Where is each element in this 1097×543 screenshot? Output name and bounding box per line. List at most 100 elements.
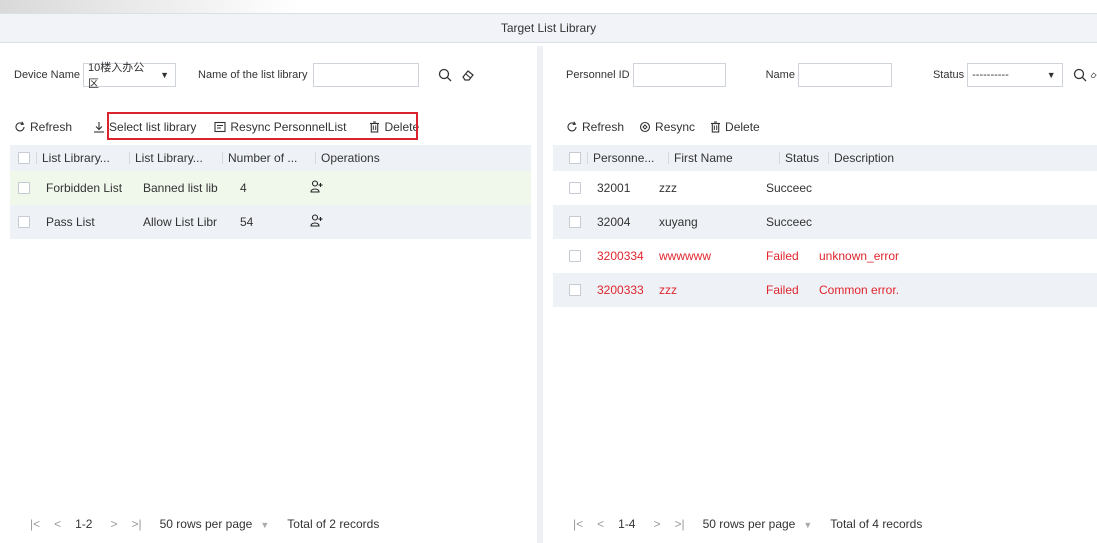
list-name-cell: Pass List bbox=[46, 215, 95, 229]
window-title: Target List Library bbox=[0, 13, 1097, 43]
column-divider bbox=[779, 152, 780, 164]
prev-page-button[interactable]: < bbox=[597, 517, 604, 531]
left-filter-row: Device Name 10楼入办公区 ▼ Name of the list l… bbox=[10, 62, 531, 90]
next-page-button[interactable]: > bbox=[653, 517, 660, 531]
first-name-cell: zzz bbox=[659, 283, 677, 297]
select-all-checkbox[interactable] bbox=[18, 152, 30, 164]
column-divider bbox=[36, 152, 37, 164]
first-name-cell: xuyang bbox=[659, 215, 698, 229]
chevron-down-icon: ▼ bbox=[160, 70, 170, 80]
list-type-cell: Banned list lib bbox=[143, 181, 218, 195]
rows-per-page-select[interactable]: 50 rows per page ▼ bbox=[160, 517, 270, 531]
add-person-icon[interactable] bbox=[310, 214, 323, 230]
description-cell: unknown_error bbox=[819, 249, 900, 263]
row-checkbox[interactable] bbox=[569, 216, 581, 228]
table-header: Personne... First Name Status Descriptio… bbox=[553, 145, 1097, 171]
last-page-button[interactable]: >| bbox=[675, 517, 685, 531]
device-name-select[interactable]: 10楼入办公区 ▼ bbox=[83, 62, 177, 90]
resync-button[interactable]: Resync bbox=[639, 120, 695, 134]
first-page-button[interactable]: |< bbox=[30, 517, 40, 531]
column-divider bbox=[668, 152, 669, 164]
personnel-id-cell: 3200333 bbox=[597, 283, 644, 297]
table-row[interactable]: 32001 zzz Succeec bbox=[553, 171, 1097, 205]
status-cell: Failed bbox=[766, 283, 799, 297]
total-records: Total of 4 records bbox=[830, 517, 923, 531]
refresh-icon bbox=[566, 121, 578, 133]
row-checkbox[interactable] bbox=[18, 216, 30, 228]
device-name-label: Device Name bbox=[14, 69, 81, 81]
search-icon[interactable] bbox=[1072, 66, 1088, 84]
chevron-down-icon: ▼ bbox=[260, 520, 270, 530]
table-row[interactable]: 32004 xuyang Succeec bbox=[553, 205, 1097, 239]
left-pagination: |< < 1-2 > >| 50 rows per page ▼ Total of… bbox=[10, 515, 379, 533]
column-divider bbox=[129, 152, 130, 164]
name-label: Name bbox=[765, 69, 795, 81]
column-header[interactable]: Description bbox=[834, 151, 954, 165]
status-select[interactable]: ---------- ▼ bbox=[967, 63, 1063, 87]
column-header[interactable]: Status bbox=[785, 151, 823, 165]
download-icon bbox=[93, 121, 105, 133]
last-page-button[interactable]: >| bbox=[132, 517, 142, 531]
column-header[interactable]: List Library... bbox=[42, 151, 124, 165]
column-header[interactable]: Operations bbox=[321, 151, 401, 165]
row-checkbox[interactable] bbox=[569, 250, 581, 262]
clear-eraser-icon[interactable] bbox=[459, 66, 477, 84]
list-name-input[interactable] bbox=[313, 63, 420, 87]
column-header[interactable]: Number of ... bbox=[228, 151, 310, 165]
column-header[interactable]: List Library... bbox=[135, 151, 217, 165]
title-shade bbox=[0, 0, 300, 14]
right-filter-row: Personnel ID Name Status ---------- ▼ bbox=[553, 62, 1097, 88]
table-row[interactable]: Pass List Allow List Libr 54 bbox=[10, 205, 531, 239]
column-divider bbox=[587, 152, 588, 164]
add-person-icon[interactable] bbox=[310, 180, 323, 196]
table-row[interactable]: 3200333 zzz Failed Common error. bbox=[553, 273, 1097, 307]
clear-eraser-icon[interactable] bbox=[1090, 66, 1097, 84]
delete-button[interactable]: Delete bbox=[710, 120, 760, 134]
status-cell: Succeec bbox=[766, 181, 813, 195]
total-records: Total of 2 records bbox=[287, 517, 380, 531]
row-checkbox[interactable] bbox=[569, 182, 581, 194]
table-row[interactable]: Forbidden List Banned list lib 4 bbox=[10, 171, 531, 205]
column-header[interactable]: Personne... bbox=[593, 151, 663, 165]
select-all-checkbox[interactable] bbox=[569, 152, 581, 164]
refresh-label: Refresh bbox=[582, 120, 625, 134]
table-row[interactable]: 3200334 wwwwww Failed unknown_error bbox=[553, 239, 1097, 273]
status-cell: Succeec bbox=[766, 215, 813, 229]
personnel-id-cell: 32004 bbox=[597, 215, 631, 229]
refresh-icon bbox=[14, 121, 26, 133]
personnel-id-input[interactable] bbox=[632, 63, 726, 87]
right-toolbar: Refresh Resync Delete bbox=[553, 117, 1097, 137]
status-cell: Failed bbox=[766, 249, 799, 263]
chevron-down-icon: ▼ bbox=[1046, 70, 1056, 80]
row-checkbox[interactable] bbox=[569, 284, 581, 296]
personnel-table: Personne... First Name Status Descriptio… bbox=[553, 145, 1097, 307]
count-cell: 4 bbox=[240, 181, 247, 195]
personnel-panel: Personnel ID Name Status ---------- ▼ Re… bbox=[553, 45, 1097, 543]
list-library-panel: Device Name 10楼入办公区 ▼ Name of the list l… bbox=[10, 45, 531, 543]
next-page-button[interactable]: > bbox=[110, 517, 117, 531]
first-name-cell: zzz bbox=[659, 181, 677, 195]
personnel-id-cell: 3200334 bbox=[597, 249, 644, 263]
first-name-cell: wwwwww bbox=[659, 249, 711, 263]
search-icon[interactable] bbox=[436, 66, 454, 84]
table-header: List Library... List Library... Number o… bbox=[10, 145, 531, 171]
name-input[interactable] bbox=[797, 63, 892, 87]
first-page-button[interactable]: |< bbox=[573, 517, 583, 531]
resync-icon bbox=[639, 121, 651, 133]
personnel-id-label: Personnel ID bbox=[566, 69, 630, 81]
column-divider bbox=[315, 152, 316, 164]
column-header[interactable]: First Name bbox=[674, 151, 774, 165]
left-toolbar: Refresh Select list library Resync Perso… bbox=[10, 112, 531, 140]
list-name-cell: Forbidden List bbox=[46, 181, 123, 195]
refresh-button[interactable]: Refresh bbox=[14, 120, 72, 134]
resync-label: Resync bbox=[655, 120, 696, 134]
list-type-cell: Allow List Libr bbox=[143, 215, 218, 229]
delete-label: Delete bbox=[725, 120, 760, 134]
panel-splitter[interactable] bbox=[537, 46, 543, 543]
prev-page-button[interactable]: < bbox=[54, 517, 61, 531]
count-cell: 54 bbox=[240, 215, 254, 229]
rows-per-page-label: 50 rows per page bbox=[702, 517, 796, 531]
rows-per-page-select[interactable]: 50 rows per page ▼ bbox=[703, 517, 813, 531]
row-checkbox[interactable] bbox=[18, 182, 30, 194]
refresh-button[interactable]: Refresh bbox=[566, 120, 624, 134]
